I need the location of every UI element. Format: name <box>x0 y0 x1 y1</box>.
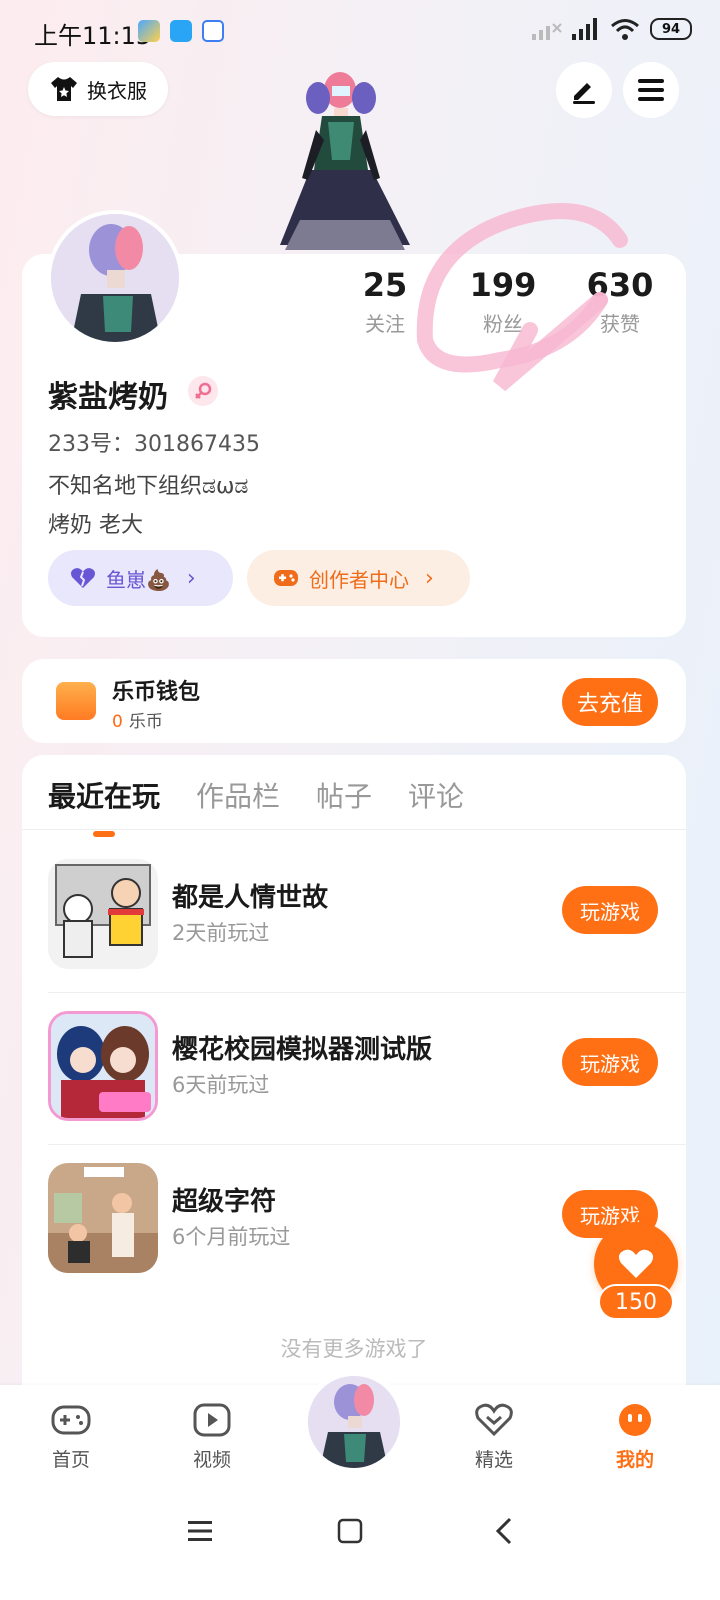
wallet-icon <box>56 682 96 720</box>
recent-apps-button[interactable] <box>170 1511 230 1551</box>
change-outfit-button[interactable]: 换衣服 <box>28 62 168 116</box>
cloud-app-icon <box>202 20 224 42</box>
recent-apps-icon <box>188 1521 212 1541</box>
nav-mine-label: 我的 <box>615 1449 654 1471</box>
wallet-card[interactable]: 乐币钱包 0 乐币 去充值 <box>22 659 686 743</box>
game-last-played: 6天前玩过 <box>172 1073 270 1097</box>
nav-video-label: 视频 <box>192 1449 231 1471</box>
broken-heart-icon <box>71 568 95 588</box>
recent-games-card: 最近在玩 作品栏 帖子 评论 都是人情世故 2天前玩过 玩游戏 樱花校园模拟器测… <box>22 755 686 1395</box>
game-thumbnail <box>48 859 158 969</box>
fan-group-tag[interactable]: 鱼崽💩 › <box>48 550 233 606</box>
wallet-title: 乐币钱包 <box>112 680 201 705</box>
gamepad-icon <box>51 1405 91 1435</box>
battery-indicator: 94 <box>650 18 692 40</box>
fan-group-label: 鱼崽💩 <box>106 567 171 592</box>
row-divider <box>48 992 686 993</box>
game-title: 樱花校园模拟器测试版 <box>172 1035 433 1065</box>
game-title: 超级字符 <box>172 1187 277 1217</box>
game-thumbnail <box>48 1163 158 1273</box>
game-thumbnail <box>48 1011 158 1121</box>
wifi-icon <box>611 19 639 40</box>
hamburger-menu-icon <box>638 79 664 101</box>
tab-recently-played[interactable]: 最近在玩 <box>48 775 160 837</box>
nav-mine[interactable]: 我的 <box>590 1403 680 1472</box>
like-count-badge: 150 <box>598 1284 674 1320</box>
wallet-amount: 0 <box>112 712 123 732</box>
send-app-icon <box>138 20 160 42</box>
game-row[interactable]: 樱花校园模拟器测试版 6天前玩过 玩游戏 <box>48 1011 686 1163</box>
tab-divider <box>22 829 686 830</box>
heart-icon <box>618 1249 654 1278</box>
status-right: 94 <box>532 18 692 40</box>
nav-home-label: 首页 <box>51 1449 90 1471</box>
wallet-unit: 乐币 <box>128 712 163 732</box>
avatar-portrait <box>308 1376 400 1468</box>
avatar[interactable] <box>47 210 183 346</box>
list-end-text: 没有更多游戏了 <box>280 1337 428 1361</box>
bio-line-2: 烤奶 老大 <box>48 513 143 538</box>
row-divider <box>48 1144 686 1145</box>
signal-off-icon <box>532 23 562 40</box>
back-button[interactable] <box>474 1511 534 1551</box>
notification-icons <box>138 20 224 42</box>
creator-center-label: 创作者中心 <box>309 567 409 592</box>
play-game-button[interactable]: 玩游戏 <box>562 886 658 934</box>
nav-featured[interactable]: 精选 <box>449 1403 539 1472</box>
female-gender-icon <box>188 376 218 406</box>
play-game-button[interactable]: 玩游戏 <box>562 1038 658 1086</box>
menu-button[interactable] <box>623 62 679 118</box>
heart-badge-icon <box>475 1403 513 1437</box>
nav-home[interactable]: 首页 <box>26 1403 116 1472</box>
chat-app-icon <box>170 20 192 42</box>
gamepad-icon <box>274 570 298 586</box>
home-button[interactable] <box>320 1511 380 1551</box>
chevron-right-icon: › <box>186 565 196 591</box>
pink-doodle-decoration <box>416 203 628 392</box>
game-last-played: 2天前玩过 <box>172 921 270 945</box>
nav-video[interactable]: 视频 <box>167 1403 257 1472</box>
game-row[interactable]: 超级字符 6个月前玩过 玩游戏 <box>48 1163 686 1315</box>
user-id: 233号：301867435 <box>48 432 260 457</box>
tshirt-icon <box>51 77 77 101</box>
pen-icon <box>573 83 595 104</box>
smiley-profile-icon <box>619 1404 651 1436</box>
system-navigation-bar <box>0 1485 720 1600</box>
avatar-portrait <box>51 214 179 342</box>
profile-tabs: 最近在玩 作品栏 帖子 评论 <box>48 775 464 837</box>
recharge-button[interactable]: 去充值 <box>562 678 658 726</box>
bio-line-1: 不知名地下组织ಡωಡ <box>48 474 249 499</box>
video-play-icon <box>193 1403 231 1437</box>
status-time: 上午11:15 <box>34 22 152 50</box>
edit-profile-button[interactable] <box>556 62 612 118</box>
tab-posts[interactable]: 帖子 <box>316 775 372 831</box>
back-chevron-icon <box>495 1517 512 1545</box>
home-square-icon <box>337 1518 363 1544</box>
creator-center-tag[interactable]: 创作者中心 › <box>247 550 470 606</box>
tab-works[interactable]: 作品栏 <box>196 775 280 831</box>
game-row[interactable]: 都是人情世故 2天前玩过 玩游戏 <box>48 859 686 1011</box>
nav-featured-label: 精选 <box>474 1449 513 1471</box>
change-outfit-label: 换衣服 <box>87 78 147 103</box>
game-title: 都是人情世故 <box>172 883 329 913</box>
tab-comments[interactable]: 评论 <box>408 775 464 831</box>
chevron-right-icon: › <box>425 565 434 591</box>
signal-icon <box>572 18 597 40</box>
game-last-played: 6个月前玩过 <box>172 1225 291 1249</box>
nav-avatar-center[interactable] <box>302 1370 406 1474</box>
username: 紫盐烤奶 <box>48 380 168 415</box>
wallet-balance: 0 乐币 <box>112 707 163 732</box>
